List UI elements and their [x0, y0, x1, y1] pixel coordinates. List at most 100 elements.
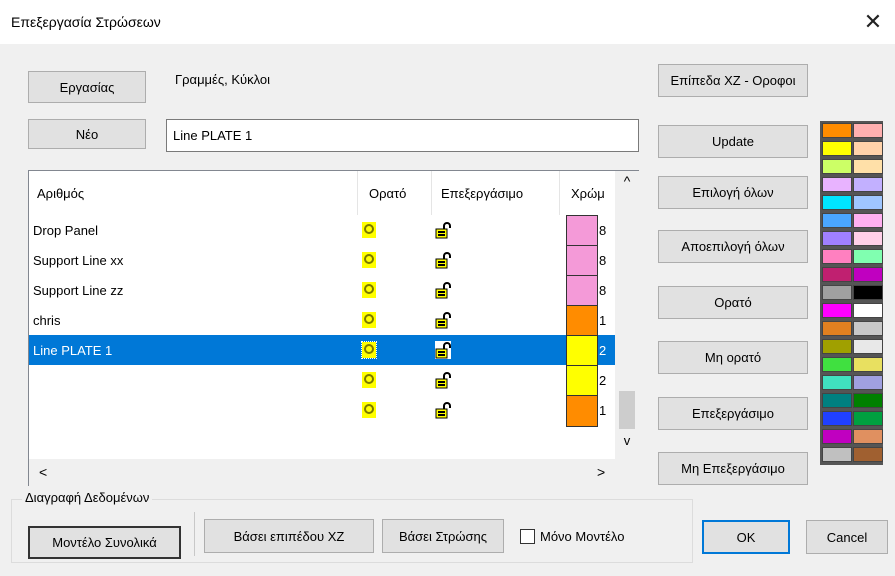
color-swatch[interactable]	[566, 215, 598, 247]
palette-color-cell[interactable]	[822, 249, 852, 264]
table-row[interactable]: chris 1	[29, 305, 615, 337]
by-layer-button[interactable]: Βάσει Στρώσης	[382, 519, 504, 553]
palette-color-cell[interactable]	[822, 159, 852, 174]
color-number: 8	[599, 252, 607, 268]
table-row[interactable]: 1	[29, 395, 615, 427]
palette-color-cell[interactable]	[853, 213, 883, 228]
unlock-icon[interactable]	[435, 341, 451, 359]
column-header-editable[interactable]: Επεξεργάσιμο	[441, 171, 523, 215]
ok-button[interactable]: OK	[702, 520, 790, 554]
palette-color-cell[interactable]	[853, 447, 883, 462]
lightbulb-icon[interactable]	[362, 282, 376, 298]
palette-color-cell[interactable]	[853, 321, 883, 336]
scroll-down-icon[interactable]: v	[619, 433, 635, 453]
palette-color-cell[interactable]	[853, 339, 883, 354]
color-number: 2	[599, 372, 607, 388]
palette-color-cell[interactable]	[853, 177, 883, 192]
palette-color-cell[interactable]	[822, 393, 852, 408]
lightbulb-icon[interactable]	[362, 402, 376, 418]
palette-color-cell[interactable]	[822, 285, 852, 300]
unlock-icon[interactable]	[435, 401, 451, 419]
palette-color-cell[interactable]	[822, 357, 852, 372]
palette-color-cell[interactable]	[822, 195, 852, 210]
model-total-button[interactable]: Μοντέλο Συνολικά	[28, 526, 181, 559]
lightbulb-icon[interactable]	[362, 252, 376, 268]
close-icon[interactable]: ✕	[860, 9, 886, 35]
unlock-icon[interactable]	[435, 281, 451, 299]
lightbulb-icon[interactable]	[362, 312, 376, 328]
palette-color-cell[interactable]	[853, 375, 883, 390]
lightbulb-icon[interactable]	[362, 222, 376, 238]
color-swatch[interactable]	[566, 395, 598, 427]
vertical-scrollbar[interactable]: ^ v	[615, 171, 639, 459]
column-header-color[interactable]: Χρώμ	[571, 171, 615, 215]
not-visible-button[interactable]: Μη ορατό	[658, 341, 808, 374]
color-swatch[interactable]	[566, 245, 598, 277]
levels-xz-button[interactable]: Επίπεδα XZ - Οροφοι	[658, 64, 808, 97]
palette-color-cell[interactable]	[822, 177, 852, 192]
unlock-icon[interactable]	[435, 371, 451, 389]
palette-color-cell[interactable]	[853, 249, 883, 264]
palette-color-cell[interactable]	[822, 303, 852, 318]
lightbulb-icon[interactable]	[362, 372, 376, 388]
model-only-checkbox[interactable]	[520, 529, 535, 544]
color-swatch[interactable]	[566, 335, 598, 367]
color-number: 8	[599, 282, 607, 298]
unlock-icon[interactable]	[435, 251, 451, 269]
palette-color-cell[interactable]	[822, 231, 852, 246]
color-swatch[interactable]	[566, 365, 598, 397]
horizontal-scrollbar[interactable]: < >	[29, 459, 639, 486]
column-header-number[interactable]: Αριθμός	[37, 171, 84, 215]
palette-color-cell[interactable]	[853, 141, 883, 156]
visible-button[interactable]: Ορατό	[658, 286, 808, 319]
palette-color-cell[interactable]	[853, 411, 883, 426]
palette-color-cell[interactable]	[822, 321, 852, 336]
palette-color-cell[interactable]	[853, 195, 883, 210]
unlock-icon[interactable]	[435, 311, 451, 329]
not-editable-button[interactable]: Μη Επεξεργάσιμο	[658, 452, 808, 485]
palette-color-cell[interactable]	[822, 123, 852, 138]
scroll-up-icon[interactable]: ^	[619, 173, 635, 193]
select-all-button[interactable]: Επιλογή όλων	[658, 176, 808, 209]
palette-color-cell[interactable]	[822, 411, 852, 426]
table-row[interactable]: Drop Panel 8	[29, 215, 615, 247]
palette-color-cell[interactable]	[853, 357, 883, 372]
color-swatch[interactable]	[566, 305, 598, 337]
palette-color-cell[interactable]	[853, 303, 883, 318]
color-palette	[820, 121, 883, 465]
palette-color-cell[interactable]	[853, 159, 883, 174]
palette-color-cell[interactable]	[822, 375, 852, 390]
work-button[interactable]: Εργασίας	[28, 71, 146, 103]
layer-name-input[interactable]: Line PLATE 1	[166, 119, 639, 152]
color-swatch[interactable]	[566, 275, 598, 307]
table-row[interactable]: Support Line zz 8	[29, 275, 615, 307]
palette-color-cell[interactable]	[853, 429, 883, 444]
update-button[interactable]: Update	[658, 125, 808, 158]
palette-color-cell[interactable]	[853, 123, 883, 138]
palette-color-cell[interactable]	[822, 141, 852, 156]
palette-color-cell[interactable]	[853, 393, 883, 408]
by-level-xz-button[interactable]: Βάσει επιπέδου XZ	[204, 519, 374, 553]
palette-color-cell[interactable]	[853, 231, 883, 246]
palette-color-cell[interactable]	[822, 339, 852, 354]
model-only-label: Μόνο Μοντέλο	[540, 529, 625, 544]
scroll-left-icon[interactable]: <	[39, 464, 47, 480]
table-row[interactable]: Support Line xx 8	[29, 245, 615, 277]
palette-color-cell[interactable]	[822, 447, 852, 462]
table-row[interactable]: Line PLATE 1 2	[29, 335, 615, 367]
scroll-right-icon[interactable]: >	[597, 464, 605, 480]
new-button[interactable]: Νέο	[28, 119, 146, 149]
palette-color-cell[interactable]	[853, 285, 883, 300]
deselect-all-button[interactable]: Αποεπιλογή όλων	[658, 230, 808, 263]
lightbulb-icon[interactable]	[361, 341, 377, 359]
table-row[interactable]: 2	[29, 365, 615, 397]
palette-color-cell[interactable]	[822, 429, 852, 444]
editable-button[interactable]: Επεξεργάσιμο	[658, 397, 808, 430]
scroll-thumb[interactable]	[619, 391, 635, 429]
palette-color-cell[interactable]	[822, 267, 852, 282]
palette-color-cell[interactable]	[853, 267, 883, 282]
column-header-visible[interactable]: Ορατό	[369, 171, 406, 215]
palette-color-cell[interactable]	[822, 213, 852, 228]
unlock-icon[interactable]	[435, 221, 451, 239]
cancel-button[interactable]: Cancel	[806, 520, 888, 554]
